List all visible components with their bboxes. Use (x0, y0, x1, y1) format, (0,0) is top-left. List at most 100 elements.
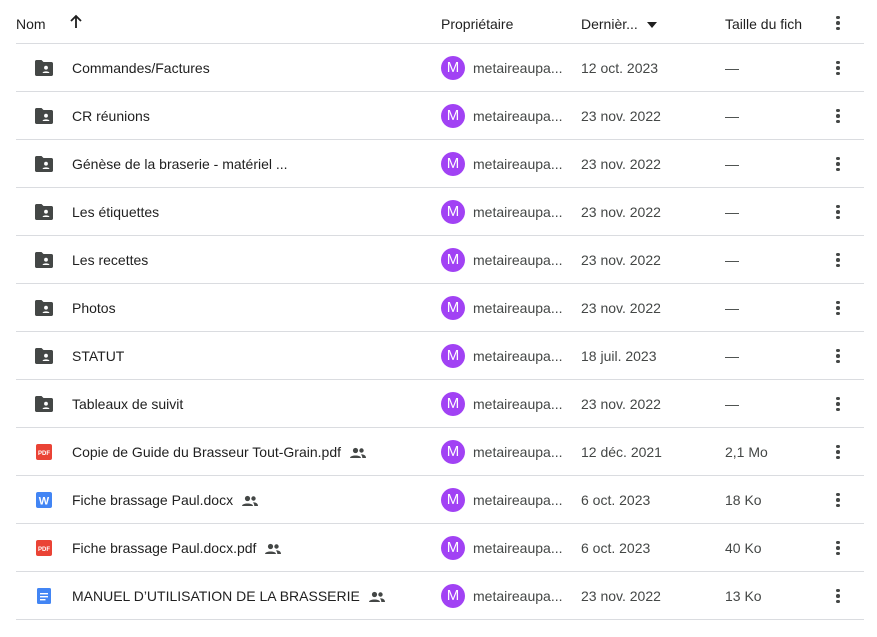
owner-name: metaireaupa... (473, 348, 563, 364)
owner-name: metaireaupa... (473, 540, 563, 556)
column-header-modified-label: Dernièr... (581, 16, 638, 32)
more-vert-icon[interactable] (828, 538, 848, 558)
avatar[interactable]: M (441, 56, 465, 80)
shared-people-icon (349, 446, 367, 458)
avatar[interactable]: M (441, 104, 465, 128)
more-vert-icon[interactable] (828, 250, 848, 270)
owner-name: metaireaupa... (473, 252, 563, 268)
more-vert-icon[interactable] (828, 346, 848, 366)
more-vert-icon[interactable] (828, 586, 848, 606)
shared-people-icon (368, 590, 386, 602)
more-vert-icon[interactable] (828, 298, 848, 318)
modified-date: 18 juil. 2023 (581, 348, 657, 364)
avatar[interactable]: M (441, 248, 465, 272)
file-name-label: STATUT (72, 348, 125, 364)
more-vert-icon[interactable] (828, 58, 848, 78)
column-header-size[interactable]: Taille du fich (725, 16, 802, 32)
file-name[interactable]: Copie de Guide du Brasseur Tout-Grain.pd… (72, 444, 367, 460)
table-row[interactable]: Les recettes Mmetaireaupa... 23 nov. 2022 — (16, 236, 864, 284)
file-size: — (725, 60, 739, 76)
word-file-icon: W (34, 491, 54, 509)
file-name-label: Commandes/Factures (72, 60, 210, 76)
table-row[interactable]: MANUEL D’UTILISATION DE LA BRASSERIE Mmet… (16, 572, 864, 620)
table-row[interactable]: Commandes/Factures Mmetaireaupa... 12 oct.… (16, 44, 864, 92)
avatar[interactable]: M (441, 488, 465, 512)
file-name[interactable]: MANUEL D’UTILISATION DE LA BRASSERIE (72, 588, 386, 604)
more-vert-icon[interactable] (828, 13, 848, 33)
file-name[interactable]: Les étiquettes (72, 204, 159, 220)
file-size: — (725, 348, 739, 364)
avatar[interactable]: M (441, 152, 465, 176)
file-name[interactable]: Génèse de la braserie - matériel ... (72, 156, 288, 172)
table-row[interactable]: STATUT Mmetaireaupa... 18 juil. 2023 — (16, 332, 864, 380)
modified-date: 23 nov. 2022 (581, 252, 661, 268)
avatar[interactable]: M (441, 200, 465, 224)
avatar[interactable]: M (441, 392, 465, 416)
file-name-label: CR réunions (72, 108, 150, 124)
shared-folder-icon (34, 395, 54, 413)
pdf-file-icon: PDF (34, 539, 54, 557)
column-header-owner[interactable]: Propriétaire (441, 16, 513, 32)
file-name[interactable]: Fiche brassage Paul.docx (72, 492, 259, 508)
table-row[interactable]: Génèse de la braserie - matériel ... Mmet… (16, 140, 864, 188)
table-row[interactable]: Photos Mmetaireaupa... 23 nov. 2022 — (16, 284, 864, 332)
avatar[interactable]: M (441, 536, 465, 560)
google-doc-icon (34, 587, 54, 605)
modified-date: 23 nov. 2022 (581, 588, 661, 604)
shared-folder-icon (34, 155, 54, 173)
svg-text:W: W (39, 496, 50, 508)
file-name-label: Fiche brassage Paul.docx.pdf (72, 540, 257, 556)
table-row[interactable]: PDF Copie de Guide du Brasseur Tout-Grain… (16, 428, 864, 476)
pdf-file-icon: PDF (34, 443, 54, 461)
modified-date: 12 déc. 2021 (581, 444, 662, 460)
owner-name: metaireaupa... (473, 60, 563, 76)
sort-down-icon (646, 21, 657, 28)
svg-text:PDF: PDF (38, 451, 50, 457)
file-size: — (725, 396, 739, 412)
more-vert-icon[interactable] (828, 490, 848, 510)
table-row[interactable]: CR réunions Mmetaireaupa... 23 nov. 2022 — (16, 92, 864, 140)
avatar[interactable]: M (441, 344, 465, 368)
avatar[interactable]: M (441, 296, 465, 320)
owner-name: metaireaupa... (473, 588, 563, 604)
file-list: Nom Propriétaire Dernièr... Taille du fi… (16, 0, 864, 620)
file-size: — (725, 156, 739, 172)
file-name-label: Les étiquettes (72, 204, 160, 220)
more-vert-icon[interactable] (828, 202, 848, 222)
table-row[interactable]: Les étiquettes Mmetaireaupa... 23 nov. 202… (16, 188, 864, 236)
avatar[interactable]: M (441, 440, 465, 464)
more-vert-icon[interactable] (828, 106, 848, 126)
more-vert-icon[interactable] (828, 442, 848, 462)
file-name[interactable]: Photos (72, 300, 116, 316)
file-name-label: Photos (72, 300, 116, 316)
file-name[interactable]: Tableaux de suivit (72, 396, 183, 412)
file-name[interactable]: Les recettes (72, 252, 148, 268)
file-name[interactable]: Commandes/Factures (72, 60, 210, 76)
file-name-label: Génèse de la braserie - matériel ... (72, 156, 288, 172)
owner-name: metaireaupa... (473, 396, 563, 412)
arrow-up-icon[interactable] (68, 14, 84, 30)
table-row[interactable]: W Fiche brassage Paul.docx Mmetaireaupa...… (16, 476, 864, 524)
column-header-name[interactable]: Nom (16, 16, 46, 32)
owner-name: metaireaupa... (473, 108, 563, 124)
file-name-label: Copie de Guide du Brasseur Tout-Grain.pd… (72, 444, 342, 460)
shared-folder-icon (34, 347, 54, 365)
file-size: — (725, 252, 739, 268)
file-size: 40 Ko (725, 540, 762, 556)
file-name-label: Les recettes (72, 252, 149, 268)
shared-folder-icon (34, 203, 54, 221)
modified-date: 23 nov. 2022 (581, 396, 661, 412)
more-vert-icon[interactable] (828, 154, 848, 174)
file-name[interactable]: Fiche brassage Paul.docx.pdf (72, 540, 282, 556)
modified-date: 6 oct. 2023 (581, 540, 651, 556)
table-row[interactable]: Tableaux de suivit Mmetaireaupa... 23 nov.… (16, 380, 864, 428)
file-name-label: Tableaux de suivit (72, 396, 184, 412)
table-row[interactable]: PDF Fiche brassage Paul.docx.pdf Mmetairea… (16, 524, 864, 572)
file-size: — (725, 204, 739, 220)
file-name[interactable]: CR réunions (72, 108, 150, 124)
column-header-modified[interactable]: Dernièr... (581, 16, 657, 32)
file-name[interactable]: STATUT (72, 348, 124, 364)
avatar[interactable]: M (441, 584, 465, 608)
more-vert-icon[interactable] (828, 394, 848, 414)
modified-date: 23 nov. 2022 (581, 108, 661, 124)
